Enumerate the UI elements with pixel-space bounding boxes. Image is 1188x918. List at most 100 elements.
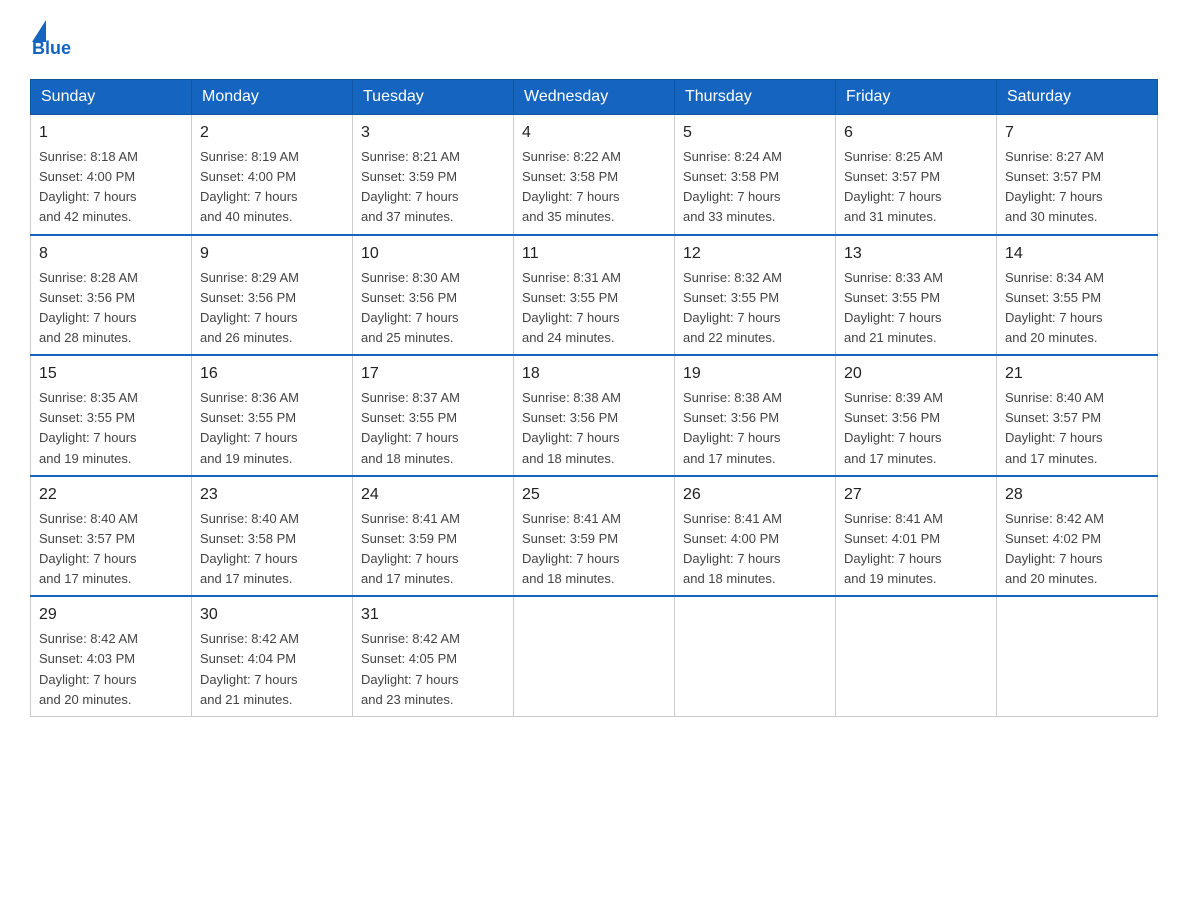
day-number: 15	[39, 362, 183, 386]
day-number: 6	[844, 121, 988, 145]
day-number: 10	[361, 242, 505, 266]
calendar-cell	[997, 596, 1158, 716]
day-number: 4	[522, 121, 666, 145]
day-info: Sunrise: 8:35 AM Sunset: 3:55 PM Dayligh…	[39, 388, 183, 469]
day-number: 16	[200, 362, 344, 386]
calendar-week-5: 29Sunrise: 8:42 AM Sunset: 4:03 PM Dayli…	[31, 596, 1158, 716]
calendar-cell: 1Sunrise: 8:18 AM Sunset: 4:00 PM Daylig…	[31, 115, 192, 235]
calendar-cell	[675, 596, 836, 716]
day-info: Sunrise: 8:40 AM Sunset: 3:58 PM Dayligh…	[200, 509, 344, 590]
day-number: 8	[39, 242, 183, 266]
day-info: Sunrise: 8:24 AM Sunset: 3:58 PM Dayligh…	[683, 147, 827, 228]
day-info: Sunrise: 8:18 AM Sunset: 4:00 PM Dayligh…	[39, 147, 183, 228]
day-number: 13	[844, 242, 988, 266]
day-info: Sunrise: 8:41 AM Sunset: 3:59 PM Dayligh…	[522, 509, 666, 590]
day-info: Sunrise: 8:22 AM Sunset: 3:58 PM Dayligh…	[522, 147, 666, 228]
day-info: Sunrise: 8:42 AM Sunset: 4:03 PM Dayligh…	[39, 629, 183, 710]
calendar-header-row: SundayMondayTuesdayWednesdayThursdayFrid…	[31, 80, 1158, 115]
calendar-table: SundayMondayTuesdayWednesdayThursdayFrid…	[30, 79, 1158, 717]
calendar-header-thursday: Thursday	[675, 80, 836, 115]
day-info: Sunrise: 8:42 AM Sunset: 4:04 PM Dayligh…	[200, 629, 344, 710]
day-info: Sunrise: 8:39 AM Sunset: 3:56 PM Dayligh…	[844, 388, 988, 469]
day-number: 3	[361, 121, 505, 145]
day-number: 31	[361, 603, 505, 627]
calendar-cell: 12Sunrise: 8:32 AM Sunset: 3:55 PM Dayli…	[675, 235, 836, 356]
day-info: Sunrise: 8:34 AM Sunset: 3:55 PM Dayligh…	[1005, 268, 1149, 349]
day-number: 2	[200, 121, 344, 145]
day-number: 20	[844, 362, 988, 386]
day-info: Sunrise: 8:31 AM Sunset: 3:55 PM Dayligh…	[522, 268, 666, 349]
calendar-cell: 25Sunrise: 8:41 AM Sunset: 3:59 PM Dayli…	[514, 476, 675, 597]
calendar-cell: 23Sunrise: 8:40 AM Sunset: 3:58 PM Dayli…	[192, 476, 353, 597]
calendar-header-wednesday: Wednesday	[514, 80, 675, 115]
day-number: 23	[200, 483, 344, 507]
day-info: Sunrise: 8:42 AM Sunset: 4:05 PM Dayligh…	[361, 629, 505, 710]
calendar-cell: 31Sunrise: 8:42 AM Sunset: 4:05 PM Dayli…	[353, 596, 514, 716]
day-number: 24	[361, 483, 505, 507]
calendar-cell: 8Sunrise: 8:28 AM Sunset: 3:56 PM Daylig…	[31, 235, 192, 356]
day-info: Sunrise: 8:29 AM Sunset: 3:56 PM Dayligh…	[200, 268, 344, 349]
day-number: 11	[522, 242, 666, 266]
calendar-week-1: 1Sunrise: 8:18 AM Sunset: 4:00 PM Daylig…	[31, 115, 1158, 235]
logo-underline: Blue	[32, 38, 71, 59]
calendar-cell: 4Sunrise: 8:22 AM Sunset: 3:58 PM Daylig…	[514, 115, 675, 235]
day-info: Sunrise: 8:40 AM Sunset: 3:57 PM Dayligh…	[39, 509, 183, 590]
calendar-cell: 20Sunrise: 8:39 AM Sunset: 3:56 PM Dayli…	[836, 355, 997, 476]
day-number: 12	[683, 242, 827, 266]
calendar-cell: 3Sunrise: 8:21 AM Sunset: 3:59 PM Daylig…	[353, 115, 514, 235]
calendar-cell: 7Sunrise: 8:27 AM Sunset: 3:57 PM Daylig…	[997, 115, 1158, 235]
calendar-week-4: 22Sunrise: 8:40 AM Sunset: 3:57 PM Dayli…	[31, 476, 1158, 597]
page-header: Blue	[30, 20, 1158, 59]
day-number: 14	[1005, 242, 1149, 266]
day-info: Sunrise: 8:33 AM Sunset: 3:55 PM Dayligh…	[844, 268, 988, 349]
day-number: 18	[522, 362, 666, 386]
calendar-header-sunday: Sunday	[31, 80, 192, 115]
day-info: Sunrise: 8:40 AM Sunset: 3:57 PM Dayligh…	[1005, 388, 1149, 469]
calendar-cell	[836, 596, 997, 716]
day-info: Sunrise: 8:28 AM Sunset: 3:56 PM Dayligh…	[39, 268, 183, 349]
calendar-header-saturday: Saturday	[997, 80, 1158, 115]
calendar-cell: 10Sunrise: 8:30 AM Sunset: 3:56 PM Dayli…	[353, 235, 514, 356]
calendar-cell: 2Sunrise: 8:19 AM Sunset: 4:00 PM Daylig…	[192, 115, 353, 235]
day-number: 9	[200, 242, 344, 266]
calendar-cell: 28Sunrise: 8:42 AM Sunset: 4:02 PM Dayli…	[997, 476, 1158, 597]
calendar-header-friday: Friday	[836, 80, 997, 115]
calendar-cell: 27Sunrise: 8:41 AM Sunset: 4:01 PM Dayli…	[836, 476, 997, 597]
day-number: 7	[1005, 121, 1149, 145]
day-number: 29	[39, 603, 183, 627]
day-number: 21	[1005, 362, 1149, 386]
day-info: Sunrise: 8:32 AM Sunset: 3:55 PM Dayligh…	[683, 268, 827, 349]
calendar-cell: 5Sunrise: 8:24 AM Sunset: 3:58 PM Daylig…	[675, 115, 836, 235]
calendar-week-2: 8Sunrise: 8:28 AM Sunset: 3:56 PM Daylig…	[31, 235, 1158, 356]
day-number: 30	[200, 603, 344, 627]
calendar-cell: 24Sunrise: 8:41 AM Sunset: 3:59 PM Dayli…	[353, 476, 514, 597]
day-info: Sunrise: 8:42 AM Sunset: 4:02 PM Dayligh…	[1005, 509, 1149, 590]
calendar-cell: 19Sunrise: 8:38 AM Sunset: 3:56 PM Dayli…	[675, 355, 836, 476]
calendar-header-monday: Monday	[192, 80, 353, 115]
calendar-cell: 13Sunrise: 8:33 AM Sunset: 3:55 PM Dayli…	[836, 235, 997, 356]
calendar-cell: 22Sunrise: 8:40 AM Sunset: 3:57 PM Dayli…	[31, 476, 192, 597]
day-number: 25	[522, 483, 666, 507]
calendar-cell: 26Sunrise: 8:41 AM Sunset: 4:00 PM Dayli…	[675, 476, 836, 597]
calendar-cell: 17Sunrise: 8:37 AM Sunset: 3:55 PM Dayli…	[353, 355, 514, 476]
day-number: 22	[39, 483, 183, 507]
day-number: 17	[361, 362, 505, 386]
calendar-week-3: 15Sunrise: 8:35 AM Sunset: 3:55 PM Dayli…	[31, 355, 1158, 476]
calendar-cell	[514, 596, 675, 716]
calendar-cell: 14Sunrise: 8:34 AM Sunset: 3:55 PM Dayli…	[997, 235, 1158, 356]
day-info: Sunrise: 8:38 AM Sunset: 3:56 PM Dayligh…	[683, 388, 827, 469]
day-info: Sunrise: 8:38 AM Sunset: 3:56 PM Dayligh…	[522, 388, 666, 469]
day-info: Sunrise: 8:27 AM Sunset: 3:57 PM Dayligh…	[1005, 147, 1149, 228]
calendar-cell: 30Sunrise: 8:42 AM Sunset: 4:04 PM Dayli…	[192, 596, 353, 716]
day-number: 5	[683, 121, 827, 145]
calendar-cell: 21Sunrise: 8:40 AM Sunset: 3:57 PM Dayli…	[997, 355, 1158, 476]
calendar-cell: 6Sunrise: 8:25 AM Sunset: 3:57 PM Daylig…	[836, 115, 997, 235]
day-info: Sunrise: 8:30 AM Sunset: 3:56 PM Dayligh…	[361, 268, 505, 349]
day-number: 26	[683, 483, 827, 507]
calendar-cell: 9Sunrise: 8:29 AM Sunset: 3:56 PM Daylig…	[192, 235, 353, 356]
day-number: 28	[1005, 483, 1149, 507]
day-info: Sunrise: 8:25 AM Sunset: 3:57 PM Dayligh…	[844, 147, 988, 228]
day-info: Sunrise: 8:41 AM Sunset: 4:01 PM Dayligh…	[844, 509, 988, 590]
day-number: 19	[683, 362, 827, 386]
calendar-cell: 18Sunrise: 8:38 AM Sunset: 3:56 PM Dayli…	[514, 355, 675, 476]
